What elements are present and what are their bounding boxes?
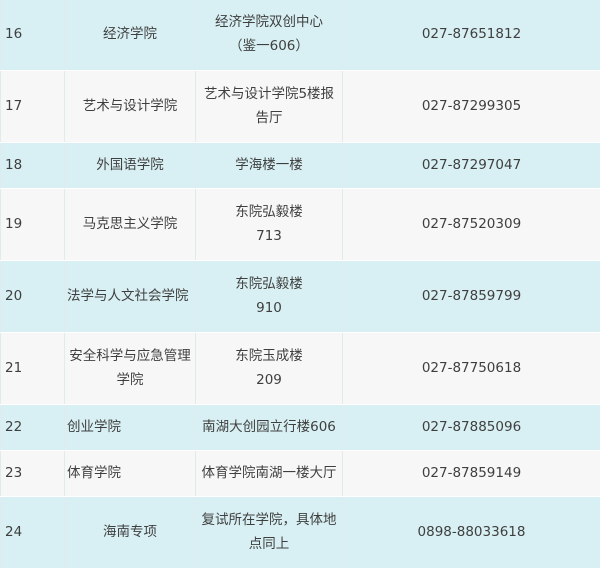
table-row: 19 马克思主义学院 东院弘毅楼 713 027-87520309 [1,188,600,260]
location-cell: 复试所在学院，具体地点同上 [196,496,343,568]
table-row: 22 创业学院 南湖大创园立行楼606 027-87885096 [1,404,600,450]
location-line: 713 [256,228,282,244]
table-row: 16 经济学院 经济学院双创中心 （鉴一606） 027-87651812 [1,0,600,70]
row-number: 20 [1,260,65,332]
row-number: 16 [1,0,65,70]
location-line: （鉴一606） [229,38,309,54]
table-row: 18 外国语学院 学海楼一楼 027-87297047 [1,142,600,188]
table-row: 24 海南专项 复试所在学院，具体地点同上 0898-88033618 [1,496,600,568]
phone-number: 027-87859799 [343,260,600,332]
row-number: 22 [1,404,65,450]
college-name: 海南专项 [65,496,196,568]
phone-number: 027-87750618 [343,332,600,404]
location-line: 艺术与设计学院5楼报 [204,86,334,102]
phone-number: 027-87297047 [343,142,600,188]
location-cell: 南湖大创园立行楼606 [196,404,343,450]
location-cell: 学海楼一楼 [196,142,343,188]
college-name: 体育学院 [65,450,196,496]
row-number: 23 [1,450,65,496]
row-number: 17 [1,70,65,142]
phone-number: 027-87299305 [343,70,600,142]
row-number: 19 [1,188,65,260]
location-line: 209 [256,372,282,388]
phone-number: 027-87885096 [343,404,600,450]
location-cell: 经济学院双创中心 （鉴一606） [196,0,343,70]
location-line: 点同上 [249,536,290,552]
table-row: 23 体育学院 体育学院南湖一楼大厅 027-87859149 [1,450,600,496]
college-name: 创业学院 [65,404,196,450]
location-line: 东院玉成楼 [235,348,303,364]
phone-number: 027-87859149 [343,450,600,496]
row-number: 21 [1,332,65,404]
location-cell: 东院弘毅楼 713 [196,188,343,260]
location-line: 复试所在学院，具体地 [202,512,337,528]
table-row: 21 安全科学与应急管理学院 东院玉成楼 209 027-87750618 [1,332,600,404]
table-row: 17 艺术与设计学院 艺术与设计学院5楼报告厅 027-87299305 [1,70,600,142]
row-number: 18 [1,142,65,188]
location-line: 东院弘毅楼 [235,276,303,292]
location-line: 910 [256,300,282,316]
college-name: 安全科学与应急管理学院 [65,332,196,404]
phone-number: 027-87651812 [343,0,600,70]
contact-table: 16 经济学院 经济学院双创中心 （鉴一606） 027-87651812 17 … [0,0,600,569]
college-name: 法学与人文社会学院 [65,260,196,332]
college-name: 马克思主义学院 [65,188,196,260]
location-cell: 东院弘毅楼 910 [196,260,343,332]
location-line: 南湖大创园立行楼606 [202,419,336,435]
phone-number: 027-87520309 [343,188,600,260]
location-line: 体育学院南湖一楼大厅 [202,465,337,481]
college-name: 外国语学院 [65,142,196,188]
college-name: 经济学院 [65,0,196,70]
location-line: 告厅 [256,110,283,126]
location-line: 学海楼一楼 [235,157,303,173]
location-cell: 体育学院南湖一楼大厅 [196,450,343,496]
row-number: 24 [1,496,65,568]
table-row: 20 法学与人文社会学院 东院弘毅楼 910 027-87859799 [1,260,600,332]
phone-number: 0898-88033618 [343,496,600,568]
location-line: 东院弘毅楼 [235,204,303,220]
location-line: 经济学院双创中心 [215,14,323,30]
location-cell: 东院玉成楼 209 [196,332,343,404]
college-name: 艺术与设计学院 [65,70,196,142]
location-cell: 艺术与设计学院5楼报告厅 [196,70,343,142]
